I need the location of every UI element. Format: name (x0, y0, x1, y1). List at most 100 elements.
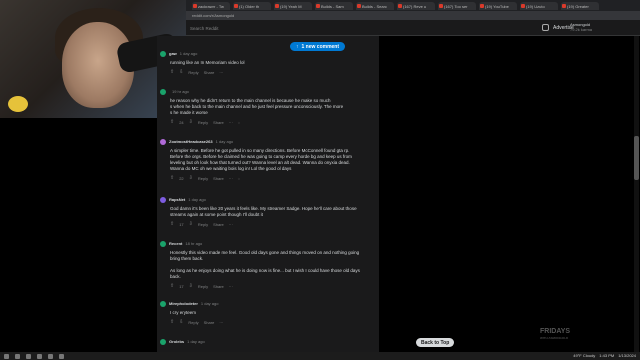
comment: Grolebs 1 day ago (160, 338, 376, 345)
comment-author[interactable]: ZootmostHeadcase263 (169, 139, 213, 144)
browser-tab[interactable]: Builds - Searc (356, 1, 394, 10)
comment-actions: ⇧ ⇩ Reply Share ··· (170, 319, 376, 325)
reply-button[interactable]: Reply (198, 222, 208, 227)
downvote-icon[interactable]: ⇩ (179, 319, 183, 325)
browser-tab[interactable]: (167) Reve u (397, 1, 435, 10)
downvote-icon[interactable]: ⇩ (189, 221, 193, 227)
comment-actions: ⇧ 24 ⇩ Reply Share ··· ◌ (170, 119, 376, 125)
downvote-icon[interactable]: ⇩ (189, 175, 193, 181)
browser-tab[interactable]: zackrawrr - Tw (192, 1, 230, 10)
reply-button[interactable]: Reply (198, 284, 208, 289)
award-icon[interactable]: ◌ (238, 120, 240, 125)
comment-text: he reason why he didn't return to the ma… (170, 98, 344, 115)
start-icon[interactable] (4, 353, 9, 359)
browser-tab[interactable]: (19) Greater (561, 1, 599, 10)
comment-author[interactable]: Recent (169, 241, 182, 246)
comments-panel: ↑ 1 new comment gaw 1 day ago running li… (157, 36, 379, 352)
share-button[interactable]: Share (213, 284, 224, 289)
comment: Recent 18 hr ago Honestly this video mad… (160, 240, 376, 289)
more-button[interactable]: ··· (229, 222, 233, 227)
avatar[interactable] (160, 300, 166, 307)
browser-tab[interactable]: (19) Uzuto (520, 1, 558, 10)
weather[interactable]: 49°F Cloudy (573, 353, 595, 358)
browser-tab-bar: zackrawrr - Tw (1) Older th (19) Yeah M … (186, 0, 640, 11)
comment-time: 18 hr ago (185, 241, 203, 246)
comment-author[interactable]: Grolebs (169, 339, 184, 344)
comment-author[interactable]: Mirepholodeter (169, 301, 198, 306)
taskbar: 49°F Cloudy 1:43 PM 1/13/2024 (0, 352, 640, 360)
share-button[interactable]: Share (204, 70, 215, 75)
comment-time: 1 day ago (200, 301, 219, 306)
address-bar[interactable]: reddit.com/r/Asmongold (186, 11, 640, 20)
scrollbar-thumb[interactable] (634, 136, 639, 180)
upvote-icon[interactable]: ⇧ (170, 221, 174, 227)
vote-count: 22 (179, 175, 184, 181)
upvote-icon[interactable]: ⇧ (170, 283, 174, 289)
upvote-icon[interactable]: ⇧ (170, 175, 174, 181)
avatar[interactable] (160, 240, 166, 247)
back-to-top-button[interactable]: Back to Top (416, 338, 455, 347)
avatar[interactable] (160, 196, 166, 203)
comment-time: 1 day ago (215, 139, 234, 144)
arrow-up-icon: ↑ (296, 43, 299, 50)
downvote-icon[interactable]: ⇩ (189, 283, 193, 289)
comment-time: 19 hr ago (172, 89, 189, 94)
comment-text: running like an In Memoriam video lol (170, 60, 245, 65)
reply-button[interactable]: Reply (188, 70, 198, 75)
avatar[interactable] (160, 138, 166, 145)
user-menu[interactable]: Asmongold 79.2k karma (570, 22, 592, 32)
chat-icon[interactable] (542, 24, 549, 31)
avatar[interactable] (160, 50, 166, 57)
app-icon[interactable] (48, 353, 53, 359)
downvote-icon[interactable]: ⇩ (189, 119, 193, 125)
reply-button[interactable]: Reply (198, 120, 208, 125)
downvote-icon[interactable]: ⇩ (179, 69, 183, 75)
comment: ZootmostHeadcase263 1 day ago A simpler … (160, 138, 376, 181)
reply-button[interactable]: Reply (198, 176, 208, 181)
folder-icon[interactable] (37, 353, 42, 359)
more-button[interactable]: ··· (229, 284, 233, 289)
watermark-title: FRIDAYS (540, 328, 571, 335)
browser-tab[interactable]: (1) Older th (233, 1, 271, 10)
watermark-subtitle: WITH ASMONGOLD (540, 336, 569, 340)
browser-tab[interactable]: (19) YouTube (479, 1, 517, 10)
browser-tab[interactable]: Builds - Sam (315, 1, 353, 10)
avatar[interactable] (160, 338, 166, 345)
vote-count: 17 (179, 283, 184, 289)
comment-actions: ⇧ 22 ⇩ Reply Share ··· ◌ (170, 175, 376, 181)
upvote-icon[interactable]: ⇧ (170, 319, 174, 325)
browser-icon[interactable] (26, 353, 31, 359)
reddit-header: Search Reddit Advertise Asmongold 79.2k … (186, 20, 640, 36)
comment-actions: ⇧ ⇩ Reply Share ··· (170, 69, 376, 75)
clock-time[interactable]: 1:43 PM (599, 353, 614, 358)
more-button[interactable]: ··· (229, 120, 233, 125)
more-button[interactable]: ··· (229, 176, 233, 181)
avatar[interactable] (160, 88, 166, 95)
app-icon[interactable] (59, 353, 64, 359)
search-input[interactable]: Search Reddit (186, 24, 296, 33)
screen: zackrawrr - Tw (1) Older th (19) Yeah M … (0, 0, 640, 360)
share-button[interactable]: Share (213, 176, 224, 181)
comment-time: 1 day ago (179, 51, 198, 56)
share-button[interactable]: Share (213, 120, 224, 125)
browser-tab[interactable]: (167) Too ser (438, 1, 476, 10)
award-icon[interactable]: ◌ (238, 176, 240, 181)
more-button[interactable]: ··· (219, 320, 223, 325)
share-button[interactable]: Share (213, 222, 224, 227)
new-comment-label: 1 new comment (301, 43, 340, 50)
reply-button[interactable]: Reply (188, 320, 198, 325)
upvote-icon[interactable]: ⇧ (170, 69, 174, 75)
share-button[interactable]: Share (204, 320, 215, 325)
search-icon[interactable] (15, 353, 20, 359)
more-button[interactable]: ··· (219, 70, 223, 75)
comment-author[interactable]: RapsNet (169, 197, 185, 202)
scrollbar[interactable] (634, 36, 639, 352)
vote-count: 17 (179, 221, 184, 227)
browser-tab[interactable]: (19) Yeah M (274, 1, 312, 10)
stream-watermark: FRIDAYS WITH ASMONGOLD (540, 328, 630, 348)
comment-author[interactable]: gaw (169, 51, 177, 56)
address-text: reddit.com/r/Asmongold (192, 13, 235, 18)
comment-text: I cry eryteem (170, 310, 197, 315)
upvote-icon[interactable]: ⇧ (170, 119, 174, 125)
clock-date[interactable]: 1/13/2024 (618, 353, 636, 358)
